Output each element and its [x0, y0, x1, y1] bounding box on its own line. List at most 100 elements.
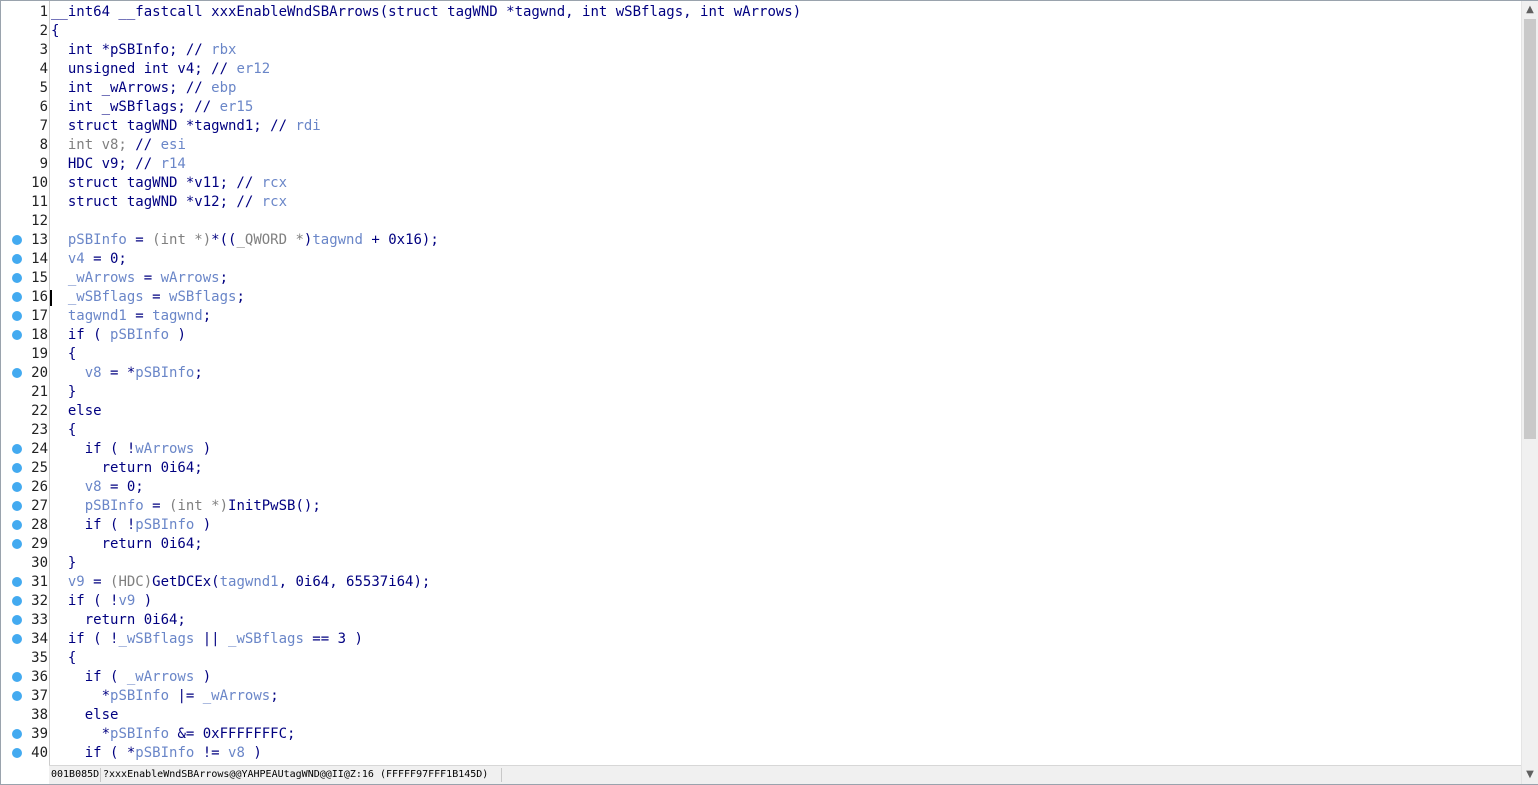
- breakpoint-dot-icon[interactable]: [12, 482, 22, 492]
- code-token: esi: [160, 137, 186, 153]
- code-token: struct tagWND *v12; //: [51, 194, 262, 210]
- code-line[interactable]: 38 else: [1, 706, 1521, 725]
- code-line[interactable]: 25 return 0i64;: [1, 459, 1521, 478]
- breakpoint-dot-icon[interactable]: [12, 729, 22, 739]
- code-token: _wArrows: [51, 270, 136, 286]
- code-line[interactable]: 5 int _wArrows; // ebp: [1, 79, 1521, 98]
- code-line[interactable]: 29 return 0i64;: [1, 535, 1521, 554]
- line-code: if ( pSBInfo ): [51, 326, 186, 345]
- code-line[interactable]: 21 }: [1, 383, 1521, 402]
- code-line[interactable]: 23 {: [1, 421, 1521, 440]
- scroll-up-arrow-icon[interactable]: ▲: [1522, 1, 1538, 18]
- breakpoint-dot-icon[interactable]: [12, 634, 22, 644]
- code-token: tagwnd1: [219, 574, 279, 590]
- line-code: _wSBflags = wSBflags;: [51, 288, 245, 307]
- code-line[interactable]: 7 struct tagWND *tagwnd1; // rdi: [1, 117, 1521, 136]
- code-line[interactable]: 15 _wArrows = wArrows;: [1, 269, 1521, 288]
- code-line[interactable]: 20 v8 = *pSBInfo;: [1, 364, 1521, 383]
- code-line[interactable]: 28 if ( !pSBInfo ): [1, 516, 1521, 535]
- line-code: v8 = *pSBInfo;: [51, 364, 203, 383]
- pseudocode-view[interactable]: 1 __int64 __fastcall xxxEnableWndSBArrows…: [1, 1, 1521, 765]
- breakpoint-dot-icon[interactable]: [12, 463, 22, 473]
- code-line[interactable]: 36 if ( _wArrows ): [1, 668, 1521, 687]
- pseudocode-window: 1 __int64 __fastcall xxxEnableWndSBArrows…: [0, 0, 1538, 785]
- code-line[interactable]: 33 return 0i64;: [1, 611, 1521, 630]
- breakpoint-dot-icon[interactable]: [12, 368, 22, 378]
- line-code: *pSBInfo |= _wArrows;: [51, 687, 279, 706]
- line-number: 31: [31, 574, 48, 590]
- code-token: }: [51, 555, 77, 571]
- code-token: *((: [211, 232, 237, 248]
- scroll-down-arrow-icon[interactable]: ▼: [1522, 766, 1538, 783]
- breakpoint-dot-icon[interactable]: [12, 330, 22, 340]
- breakpoint-dot-icon[interactable]: [12, 311, 22, 321]
- code-token: =: [126, 232, 153, 248]
- code-token: v8: [51, 365, 102, 381]
- code-line[interactable]: 32 if ( !v9 ): [1, 592, 1521, 611]
- code-line[interactable]: 34 if ( !_wSBflags || _wSBflags == 3 ): [1, 630, 1521, 649]
- breakpoint-dot-icon[interactable]: [12, 615, 22, 625]
- breakpoint-dot-icon[interactable]: [12, 501, 22, 511]
- code-token: ;: [236, 289, 245, 305]
- breakpoint-dot-icon[interactable]: [12, 254, 22, 264]
- breakpoint-dot-icon[interactable]: [12, 577, 22, 587]
- code-line[interactable]: 24 if ( !wArrows ): [1, 440, 1521, 459]
- code-line[interactable]: 30 }: [1, 554, 1521, 573]
- status-location: ?xxxEnableWndSBArrows@@YAHPEAUtagWND@@II…: [103, 769, 489, 780]
- code-line[interactable]: 26 v8 = 0;: [1, 478, 1521, 497]
- code-line[interactable]: 1 __int64 __fastcall xxxEnableWndSBArrows…: [1, 3, 1521, 22]
- code-line[interactable]: 17 tagwnd1 = tagwnd;: [1, 307, 1521, 326]
- breakpoint-dot-icon[interactable]: [12, 273, 22, 283]
- code-line[interactable]: 37 *pSBInfo |= _wArrows;: [1, 687, 1521, 706]
- code-token: ;: [202, 308, 212, 324]
- code-token: (HDC): [110, 574, 153, 590]
- code-token: ): [194, 517, 212, 533]
- code-token: v9: [118, 593, 136, 609]
- code-token: pSBInfo: [110, 327, 170, 343]
- breakpoint-dot-icon[interactable]: [12, 444, 22, 454]
- line-code: return 0i64;: [51, 535, 203, 554]
- code-line[interactable]: 13 pSBInfo = (int *)*((_QWORD *)tagwnd +…: [1, 231, 1521, 250]
- line-code: {: [51, 22, 59, 41]
- line-number: 10: [31, 175, 48, 191]
- code-line[interactable]: 11 struct tagWND *v12; // rcx: [1, 193, 1521, 212]
- status-divider: [100, 768, 101, 782]
- code-line[interactable]: 40 if ( *pSBInfo != v8 ): [1, 744, 1521, 763]
- scrollbar-thumb[interactable]: [1524, 19, 1536, 439]
- breakpoint-dot-icon[interactable]: [12, 596, 22, 606]
- code-line[interactable]: 22 else: [1, 402, 1521, 421]
- breakpoint-dot-icon[interactable]: [12, 691, 22, 701]
- text-cursor: [50, 290, 52, 306]
- code-line[interactable]: 31 v9 = (HDC)GetDCEx(tagwnd1, 0i64, 6553…: [1, 573, 1521, 592]
- code-line[interactable]: 39 *pSBInfo &= 0xFFFFFFFC;: [1, 725, 1521, 744]
- line-number: 26: [31, 479, 48, 495]
- code-line[interactable]: 19 {: [1, 345, 1521, 364]
- code-line[interactable]: 18 if ( pSBInfo ): [1, 326, 1521, 345]
- status-bar: 001B085D ?xxxEnableWndSBArrows@@YAHPEAUt…: [49, 765, 1521, 784]
- code-line[interactable]: 2{: [1, 22, 1521, 41]
- code-line[interactable]: 35 {: [1, 649, 1521, 668]
- code-line[interactable]: 9 HDC v9; // r14: [1, 155, 1521, 174]
- breakpoint-dot-icon[interactable]: [12, 539, 22, 549]
- breakpoint-dot-icon[interactable]: [12, 748, 22, 758]
- line-code: if ( !wArrows ): [51, 440, 211, 459]
- code-line[interactable]: 4 unsigned int v4; // er12: [1, 60, 1521, 79]
- vertical-scrollbar[interactable]: ▲ ▼: [1521, 1, 1538, 784]
- breakpoint-dot-icon[interactable]: [12, 672, 22, 682]
- code-line[interactable]: 10 struct tagWND *v11; // rcx: [1, 174, 1521, 193]
- code-line[interactable]: 14 v4 = 0;: [1, 250, 1521, 269]
- line-number: 21: [31, 384, 48, 400]
- line-number: 3: [39, 42, 48, 58]
- breakpoint-dot-icon[interactable]: [12, 292, 22, 302]
- breakpoint-dot-icon[interactable]: [12, 520, 22, 530]
- breakpoint-dot-icon[interactable]: [12, 235, 22, 245]
- code-line[interactable]: 6 int _wSBflags; // er15: [1, 98, 1521, 117]
- code-line[interactable]: 8 int v8; // esi: [1, 136, 1521, 155]
- code-line[interactable]: 3 int *pSBInfo; // rbx: [1, 41, 1521, 60]
- code-token: ;: [270, 688, 279, 704]
- code-token: wArrows: [160, 270, 220, 286]
- code-line[interactable]: 27 pSBInfo = (int *)InitPwSB();: [1, 497, 1521, 516]
- code-line[interactable]: 12: [1, 212, 1521, 231]
- line-code: {: [51, 649, 76, 668]
- code-line[interactable]: 16 _wSBflags = wSBflags;: [1, 288, 1521, 307]
